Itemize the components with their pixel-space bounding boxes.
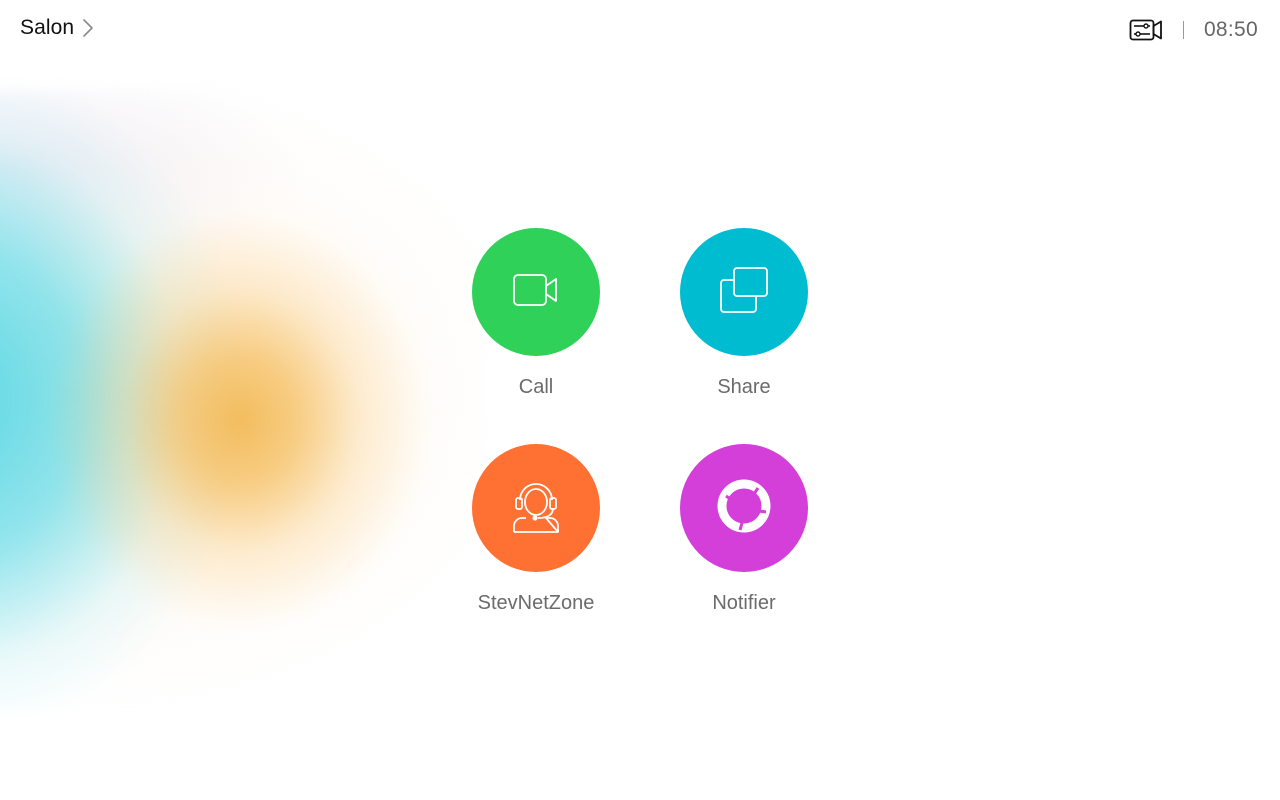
background-glow [0,90,480,710]
call-label: Call [518,376,554,398]
clock: 08:50 [1203,18,1258,41]
stevnetzone-button[interactable]: StevNetZone [462,444,610,615]
stevnetzone-label: StevNetZone [477,592,595,614]
ring-logo-icon [716,478,772,539]
app-grid: Call Share StevNetZone Notifier [462,228,818,628]
status-area: 08:50 [1129,14,1258,46]
share-button[interactable]: Share [670,228,818,399]
call-button[interactable]: Call [462,228,610,399]
home-screen: Salon 08:50 Call Share StevNetZone Notif… [0,0,1280,800]
share-label: Share [717,376,771,398]
chevron-right-icon [80,18,96,38]
notifier-button[interactable]: Notifier [670,444,818,615]
notifier-circle [680,444,808,572]
notifier-label: Notifier [712,592,776,614]
room-name-button[interactable]: Salon [20,16,96,40]
header-divider [1182,21,1184,39]
share-circle [680,228,808,356]
headset-agent-icon [510,478,562,539]
stevnetzone-circle [472,444,600,572]
video-camera-icon [512,271,560,314]
room-name-label: Salon [20,16,75,39]
share-screen-icon [718,266,770,319]
camera-control-icon[interactable] [1129,16,1163,44]
call-circle [472,228,600,356]
